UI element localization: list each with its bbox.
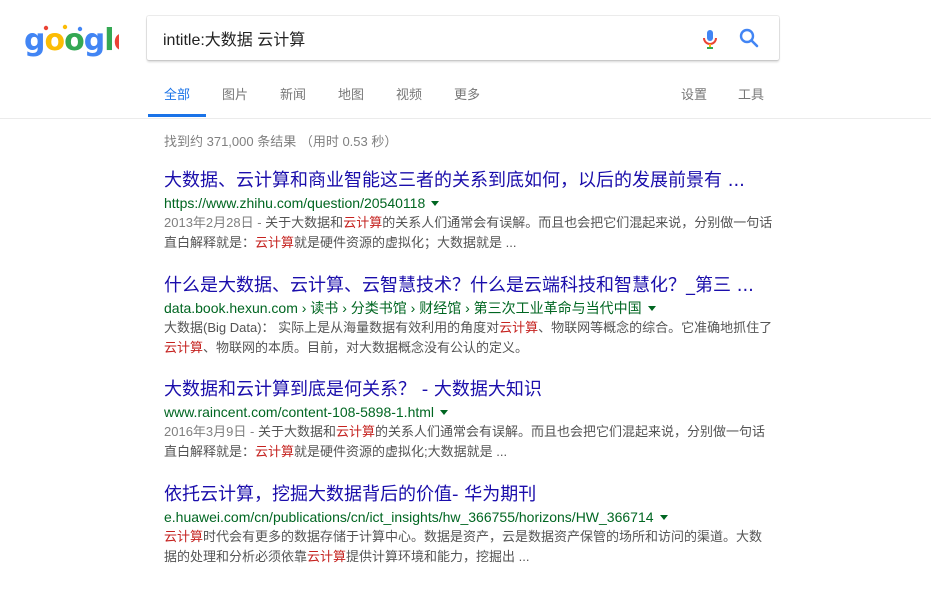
result-title[interactable]: 什么是大数据、云计算、云智慧技术？什么是云端科技和智慧化？_第三 ... bbox=[164, 274, 774, 298]
dropdown-arrow-icon[interactable] bbox=[431, 200, 440, 206]
result-url: e.huawei.com/cn/publications/cn/ict_insi… bbox=[164, 509, 654, 525]
highlighted-term: 云计算 bbox=[255, 235, 295, 250]
result-url: https://www.zhihu.com/question/20540118 bbox=[164, 195, 426, 211]
tools-link[interactable]: 工具 bbox=[738, 76, 764, 116]
dropdown-arrow-icon[interactable] bbox=[659, 514, 668, 520]
dropdown-arrow-icon[interactable] bbox=[647, 305, 656, 311]
result-url-row: data.book.hexun.com › 读书 › 分类书馆 › 财经馆 › … bbox=[164, 298, 774, 318]
result-snippet: 云计算时代会有更多的数据存储于计算中心。数据是资产，云是数据资产保管的场所和访问… bbox=[164, 527, 774, 567]
result-snippet: 2016年3月9日 - 关于大数据和云计算的关系人们通常会有误解。而且也会把它们… bbox=[164, 422, 774, 462]
google-logo[interactable]: google bbox=[24, 22, 119, 60]
result-url: www.raincent.com/content-108-5898-1.html bbox=[164, 404, 435, 420]
search-result: 大数据、云计算和商业智能这三者的关系到底如何，以后的发展前景有 ... http… bbox=[164, 169, 774, 253]
search-result: 什么是大数据、云计算、云智慧技术？什么是云端科技和智慧化？_第三 ... dat… bbox=[164, 274, 774, 358]
highlighted-term: 云计算 bbox=[255, 444, 295, 459]
result-date: 2016年3月9日 - bbox=[164, 424, 258, 439]
tab-news[interactable]: 新闻 bbox=[264, 76, 322, 116]
tab-maps[interactable]: 地图 bbox=[322, 76, 380, 116]
result-url-row: https://www.zhihu.com/question/20540118 bbox=[164, 193, 774, 213]
result-url-row: e.huawei.com/cn/publications/cn/ict_insi… bbox=[164, 507, 774, 527]
settings-link[interactable]: 设置 bbox=[681, 76, 707, 116]
microphone-icon[interactable] bbox=[698, 27, 722, 51]
snippet-text: 关于大数据和 bbox=[265, 215, 344, 230]
tab-images[interactable]: 图片 bbox=[206, 76, 264, 116]
result-url: data.book.hexun.com › 读书 › 分类书馆 › 财经馆 › … bbox=[164, 300, 642, 316]
result-title[interactable]: 大数据和云计算到底是何关系？ - 大数据大知识 bbox=[164, 378, 774, 402]
result-url-row: www.raincent.com/content-108-5898-1.html bbox=[164, 402, 774, 422]
highlighted-term: 云计算 bbox=[164, 529, 204, 544]
dropdown-arrow-icon[interactable] bbox=[440, 409, 449, 415]
tab-more[interactable]: 更多 bbox=[438, 76, 496, 116]
snippet-text: 就是硬件资源的虚拟化；大数据就是 ... bbox=[294, 235, 517, 250]
tab-videos[interactable]: 视频 bbox=[380, 76, 438, 116]
tab-all[interactable]: 全部 bbox=[148, 76, 207, 117]
result-title[interactable]: 依托云计算，挖掘大数据背后的价值- 华为期刊 bbox=[164, 483, 774, 507]
snippet-text: 大数据(Big Data)： 实际上是从海量数据有效利用的角度对 bbox=[164, 320, 500, 335]
snippet-text: 关于大数据和 bbox=[257, 424, 336, 439]
snippet-text: 、物联网等概念的综合。它准确地抓住了 bbox=[538, 320, 773, 335]
snippet-text: 提供计算环境和能力，挖掘出 ... bbox=[346, 549, 530, 564]
result-date: 2013年2月28日 - bbox=[164, 215, 266, 230]
search-box bbox=[147, 16, 779, 60]
result-title[interactable]: 大数据、云计算和商业智能这三者的关系到底如何，以后的发展前景有 ... bbox=[164, 169, 774, 193]
highlighted-term: 云计算 bbox=[335, 424, 375, 439]
highlighted-term: 云计算 bbox=[499, 320, 539, 335]
highlighted-term: 云计算 bbox=[343, 215, 383, 230]
highlighted-term: 云计算 bbox=[164, 340, 204, 355]
snippet-text: 就是硬件资源的虚拟化;大数据就是 ... bbox=[294, 444, 508, 459]
search-icon[interactable] bbox=[737, 26, 761, 50]
result-snippet: 2013年2月28日 - 关于大数据和云计算的关系人们通常会有误解。而且也会把它… bbox=[164, 213, 774, 253]
result-snippet: 大数据(Big Data)： 实际上是从海量数据有效利用的角度对云计算、物联网等… bbox=[164, 318, 774, 358]
highlighted-term: 云计算 bbox=[307, 549, 347, 564]
svg-text:google: google bbox=[24, 23, 119, 58]
search-result: 大数据和云计算到底是何关系？ - 大数据大知识 www.raincent.com… bbox=[164, 378, 774, 462]
search-header: google 全部 图片 新闻 地图 视频 更多 设置 工具 bbox=[0, 0, 931, 119]
search-result: 依托云计算，挖掘大数据背后的价值- 华为期刊 e.huawei.com/cn/p… bbox=[164, 483, 774, 567]
snippet-text: 、物联网的本质。目前，对大数据概念没有公认的定义。 bbox=[203, 340, 529, 355]
search-input[interactable] bbox=[163, 16, 683, 60]
result-stats: 找到约 371,000 条结果 （用时 0.53 秒） bbox=[164, 134, 398, 149]
